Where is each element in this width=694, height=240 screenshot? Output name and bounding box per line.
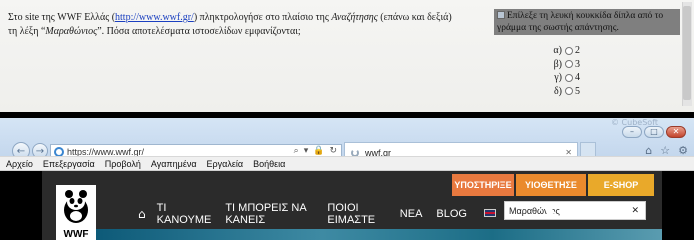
instruction-box: Επίλεξε τη λευκή κουκκίδα δίπλα από το γ… <box>494 9 680 35</box>
uk-flag-icon[interactable] <box>484 209 496 217</box>
wwf-website: WWF ΥΠΟΣΤΗΡΙΞΕ ΥΙΟΘΕΤΗΣΕ E-SHOP ⌂ ΤΙ ΚΑΝ… <box>0 171 694 240</box>
menu-bar: Αρχείο Επεξεργασία Προβολή Αγαπημένα Εργ… <box>0 156 694 171</box>
support-button[interactable]: ΥΠΟΣΤΗΡΙΞΕ <box>452 174 514 196</box>
menu-view[interactable]: Προβολή <box>105 159 141 169</box>
menu-help[interactable]: Βοήθεια <box>253 159 285 169</box>
nav-what-you-can-do[interactable]: ΤΙ ΜΠΟΡΕΙΣ ΝΑ ΚΑΝΕΙΣ <box>218 202 320 226</box>
wwf-link[interactable]: http://www.wwf.gr/ <box>115 12 194 23</box>
main-nav: ⌂ ΤΙ ΚΑΝΟΥΜΕ ΤΙ ΜΠΟΡΕΙΣ ΝΑ ΚΑΝΕΙΣ ΠΟΙΟΙ … <box>134 199 474 229</box>
home-nav-icon[interactable]: ⌂ <box>134 199 150 229</box>
option-a[interactable]: α) 2 <box>548 44 580 58</box>
nav-news[interactable]: ΝΕΑ <box>393 208 430 220</box>
nav-blog[interactable]: BLOG <box>429 208 474 220</box>
radio-button[interactable] <box>565 87 573 96</box>
menu-file[interactable]: Αρχείο <box>6 159 33 169</box>
menu-tools[interactable]: Εργαλεία <box>207 159 244 169</box>
back-arrow-icon: ← <box>16 145 26 157</box>
radio-button[interactable] <box>565 46 573 55</box>
answer-options: α) 2 β) 3 γ) 4 δ) 5 <box>548 44 580 98</box>
browser-window: © CubeSoft – □ ✕ ← → https://www.wwf.gr/… <box>0 112 694 240</box>
clear-search-icon[interactable]: ✕ <box>631 206 639 216</box>
maximize-button[interactable]: □ <box>644 126 664 138</box>
option-d[interactable]: δ) 5 <box>548 85 580 99</box>
browser-toolbar: © CubeSoft – □ ✕ ← → https://www.wwf.gr/… <box>0 118 694 162</box>
checkbox-icon <box>497 11 505 19</box>
eshop-button[interactable]: E-SHOP <box>588 174 654 196</box>
quiz-panel: Στο site της WWF Ελλάς (http://www.wwf.g… <box>0 0 694 112</box>
radio-button[interactable] <box>565 73 573 82</box>
menu-edit[interactable]: Επεξεργασία <box>43 159 95 169</box>
nav-what-we-do[interactable]: ΤΙ ΚΑΝΟΥΜΕ <box>150 202 219 226</box>
option-b[interactable]: β) 3 <box>548 58 580 72</box>
question-text: Στο site της WWF Ελλάς (http://www.wwf.g… <box>8 12 452 37</box>
panda-icon <box>64 190 88 223</box>
site-search-input[interactable]: Μαραθώνιος ✕ <box>504 201 646 220</box>
wwf-logo[interactable]: WWF <box>56 185 96 240</box>
search-icon[interactable]: ⌕ <box>294 146 299 156</box>
quiz-scrollbar-thumb[interactable] <box>683 6 691 100</box>
close-button[interactable]: ✕ <box>666 126 686 138</box>
lock-icon: 🔒 <box>313 146 325 156</box>
instruction-text: Επίλεξε τη λευκή κουκκίδα δίπλα από το γ… <box>497 11 664 33</box>
adopt-button[interactable]: ΥΙΟΘΕΤΗΣΕ <box>516 174 586 196</box>
radio-button[interactable] <box>565 60 573 69</box>
nav-who-we-are[interactable]: ΠΟΙΟΙ ΕΙΜΑΣΤΕ <box>320 202 392 226</box>
menu-favorites[interactable]: Αγαπημένα <box>151 159 197 169</box>
option-c[interactable]: γ) 4 <box>548 71 580 85</box>
refresh-icon[interactable]: ↻ <box>329 146 337 156</box>
forward-arrow-icon: → <box>35 145 45 157</box>
minimize-button[interactable]: – <box>622 126 642 138</box>
hero-image <box>96 229 662 240</box>
chevron-down-icon[interactable]: ▾ <box>304 146 309 156</box>
logo-text: WWF <box>63 229 89 240</box>
